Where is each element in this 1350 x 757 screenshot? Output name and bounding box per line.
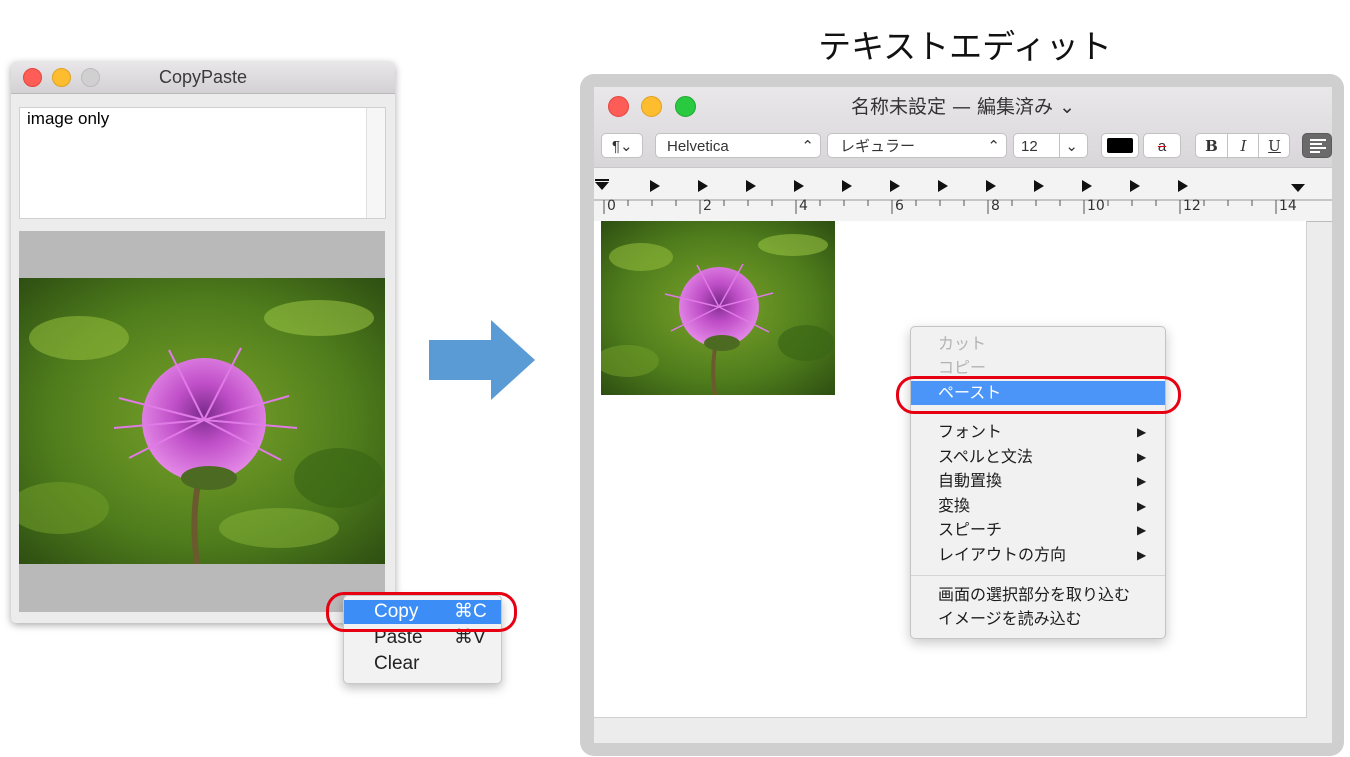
no-color-icon: a [1157,138,1167,155]
menu-item-clear[interactable]: Clear [344,652,501,676]
submenu-arrow-icon: ▶ [1137,474,1147,488]
right-arrow-icon [429,320,535,400]
copypaste-titlebar: CopyPaste [11,62,395,94]
menu-item-spelling[interactable]: スペルと文法 ▶ [911,445,1165,469]
divider [1059,134,1060,157]
window-title: CopyPaste [158,67,248,87]
menu-item-label: 変換 [938,496,971,515]
text-content: image only [27,109,110,128]
highlight-ring-paste [896,376,1181,414]
ruler-label: 14 [1279,198,1297,214]
menu-item-speech[interactable]: スピーチ ▶ [911,518,1165,542]
menu-item-label: 画面の選択部分を取り込む [938,585,1131,604]
menu-item-label: スペルと文法 [938,447,1033,466]
menu-item-capture-selection[interactable]: 画面の選択部分を取り込む [911,583,1165,607]
paragraph-style-popup[interactable]: ¶⌄ [601,133,643,158]
updown-chevron-icon: ⌃ [987,138,1000,155]
menu-item-cut: カット [911,332,1165,356]
font-size-combo[interactable]: 12 ⌄ [1013,133,1088,158]
color-swatch [1107,138,1133,153]
align-left-button[interactable] [1302,133,1332,158]
menu-item-label: 自動置換 [938,471,1003,490]
font-style-popup[interactable]: レギュラー ⌃ [827,133,1007,158]
align-left-icon [1310,139,1326,153]
text-color-well[interactable] [1101,133,1139,158]
image-well[interactable] [19,231,385,612]
menu-item-label: スピーチ [938,520,1003,539]
menu-item-font[interactable]: フォント ▶ [911,420,1165,444]
menu-item-label: フォント [938,422,1003,441]
thistle-photo [19,278,385,564]
textedit-context-menu: カット コピー ペースト フォント ▶ スペルと文法 ▶ 自動置換 ▶ 変換 ▶… [910,326,1166,639]
text-view[interactable]: image only [19,107,386,219]
font-size-value: 12 [1021,138,1038,155]
updown-chevron-icon: ⌃ [801,138,814,155]
copypaste-window: CopyPaste image only [11,62,395,623]
submenu-arrow-icon: ▶ [1137,450,1147,464]
menu-item-import-image[interactable]: イメージを読み込む [911,607,1165,631]
ruler-label: 10 [1087,198,1105,214]
text-style-group: B I U [1195,133,1290,159]
menu-separator [911,575,1165,576]
menu-item-label: Clear [374,653,420,674]
chevron-down-icon: ⌄ [1065,138,1078,155]
font-style-value: レギュラー [840,138,916,155]
window-title: 名称未設定 — 編集済み ⌄ [850,96,1076,118]
underline-button[interactable]: U [1258,134,1290,159]
submenu-arrow-icon: ▶ [1137,548,1147,562]
ruler-label: 2 [703,198,712,214]
italic-button[interactable]: I [1227,134,1259,159]
background-color-well[interactable]: a [1143,133,1181,158]
submenu-arrow-icon: ▶ [1137,499,1147,513]
font-family-popup[interactable]: Helvetica ⌃ [655,133,821,158]
submenu-arrow-icon: ▶ [1137,425,1147,439]
menu-item-substitutions[interactable]: 自動置換 ▶ [911,469,1165,493]
menu-item-label: レイアウトの方向 [938,545,1067,564]
menu-item-label: イメージを読み込む [938,609,1082,628]
ruler-label: 4 [799,198,808,214]
font-family-value: Helvetica [667,138,729,155]
bold-button[interactable]: B [1196,134,1227,159]
scrollbar[interactable] [366,108,385,218]
ruler[interactable]: 0 2 4 6 8 10 12 14 [594,167,1332,222]
ruler-label: 0 [607,198,616,214]
highlight-ring-copy [326,592,517,632]
pasted-thistle-photo[interactable] [601,221,835,395]
menu-item-transformations[interactable]: 変換 ▶ [911,494,1165,518]
menu-item-label: カット [938,334,987,353]
ruler-label: 8 [991,198,1000,214]
menu-item-layout-direction[interactable]: レイアウトの方向 ▶ [911,543,1165,567]
textedit-heading: テキストエディット [818,27,1112,66]
ruler-label: 6 [895,198,904,214]
textedit-titlebar: 名称未設定 — 編集済み ⌄ ¶⌄ Helvetica ⌃ レギュラー ⌃ 12… [594,87,1332,167]
submenu-arrow-icon: ▶ [1137,523,1147,537]
ruler-label: 12 [1183,198,1201,214]
